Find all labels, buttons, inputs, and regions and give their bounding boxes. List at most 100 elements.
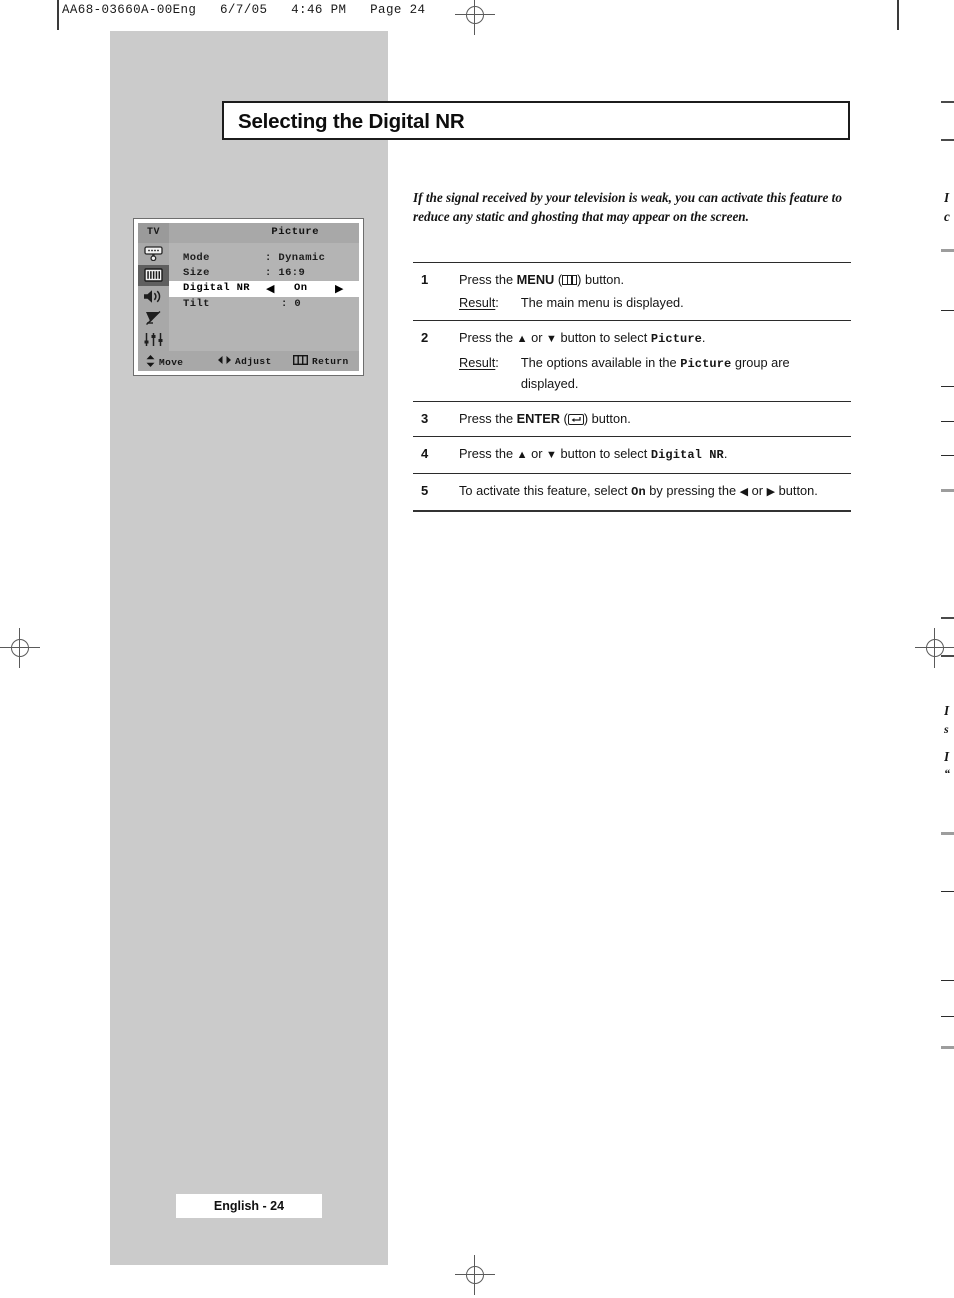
setup-sliders-icon[interactable] (138, 329, 169, 351)
picture-icon[interactable] (138, 264, 169, 286)
step-text-mid: or (527, 446, 547, 461)
osd-row-label: Size (183, 267, 210, 279)
step-text-pre: To activate this feature, select (459, 483, 632, 498)
step-text-post: button to select (556, 330, 651, 345)
up-arrow-icon: ▲ (516, 449, 528, 461)
paren-open: ( (554, 272, 563, 287)
page-footer-label: English - 24 (213, 1199, 285, 1213)
tv-osd-illustration: TV Picture Mode: Dynamic Size: 16:9 Di… (133, 218, 364, 376)
step-text-tail: . (701, 330, 706, 345)
step-instruction: Press the ▲ or ▼ button to select Digita… (459, 444, 851, 465)
menu-button-icon (562, 275, 578, 285)
antenna-icon[interactable] (138, 243, 169, 265)
result-text: The options available in the Picture gro… (521, 353, 839, 393)
edge-bracket-top (941, 101, 954, 141)
step-number: 1 (421, 272, 429, 287)
step-text-mid: by pressing the (645, 483, 740, 498)
right-arrow-icon: ▶ (766, 486, 776, 498)
step-text-post: button to select (556, 446, 651, 461)
enter-button-icon (567, 414, 584, 425)
osd-icon-rail (138, 243, 169, 351)
registration-mark-left (0, 628, 40, 668)
menu-bars-icon (292, 354, 309, 368)
step-4: 4 Press the ▲ or ▼ button to select Digi… (413, 437, 851, 473)
procedure-steps: 1 Press the MENU () button. Result: The m… (413, 262, 851, 512)
osd-row-digital-nr[interactable]: Digital NR ◀ On ▶ (169, 281, 359, 297)
osd-row-label: Tilt (183, 298, 210, 310)
step-text-pre: Press the (459, 411, 517, 426)
key-name: ENTER (516, 411, 560, 426)
result-label: Result (459, 355, 496, 370)
right-arrow-icon[interactable]: ▶ (335, 282, 344, 296)
step-text-tail: button. (775, 483, 818, 498)
edge-text-1: I (944, 190, 950, 205)
step-instruction: Press the MENU () button. (459, 270, 851, 289)
reg-circle (466, 6, 484, 24)
step-text-tail: . (723, 446, 728, 461)
osd-menu-list: Mode : Dynamic Size : 16:9 Digital NR ◀ … (169, 243, 359, 351)
left-arrow-icon[interactable]: ◀ (266, 282, 275, 296)
speaker-icon[interactable] (138, 286, 169, 308)
leftright-arrows-icon (218, 355, 231, 368)
osd-row-value: : 0 (281, 298, 302, 310)
prepress-header: AA68-03660A-00Eng 6/7/05 4:46 PM Page 24 (62, 3, 426, 17)
menu-term: Picture (680, 357, 732, 371)
osd-heading: Picture (271, 226, 319, 238)
registration-mark-top (455, 0, 495, 35)
page-title: Selecting the Digital NR (222, 101, 850, 140)
edge-rule-1 (941, 249, 954, 252)
step-number: 5 (421, 483, 429, 498)
page-title-text: Selecting the Digital NR (238, 110, 465, 133)
osd-move-hint: Move (146, 355, 183, 370)
result-label: Result (459, 295, 496, 310)
edge-bracket-middle (941, 617, 954, 657)
paren-open: ( (560, 411, 568, 426)
step-number: 2 (421, 330, 429, 345)
edge-rule-11 (941, 1046, 954, 1049)
edge-rule-9 (941, 980, 954, 981)
step-instruction: To activate this feature, select On by p… (459, 481, 851, 502)
result-colon: : (495, 295, 499, 310)
step-text-pre: Press the (459, 330, 517, 345)
osd-row-tilt[interactable]: Tilt : 0 (169, 297, 359, 312)
osd-row-value: : 16:9 (265, 267, 306, 279)
osd-screen: TV Picture Mode: Dynamic Size: 16:9 Di… (138, 223, 359, 371)
updown-arrows-icon (146, 355, 155, 370)
step-text-pre: Press the (459, 272, 517, 287)
edge-rule-7 (941, 832, 954, 835)
satellite-dish-icon[interactable] (138, 308, 169, 330)
result-text: The main menu is displayed. (520, 295, 684, 310)
osd-row-label: Digital NR (183, 282, 251, 294)
osd-row-label: Mode (183, 252, 210, 264)
menu-term: On (631, 485, 646, 499)
step-text-post: ) button. (577, 272, 625, 287)
result-colon: : (495, 355, 499, 370)
osd-return-hint: Return (292, 354, 349, 368)
osd-row-mode[interactable]: Mode : Dynamic (169, 251, 359, 266)
down-arrow-icon: ▼ (546, 449, 557, 461)
step-text-mid2: or (748, 483, 767, 498)
menu-term: Digital NR (650, 448, 724, 462)
osd-row-value: On (294, 282, 308, 294)
up-arrow-icon: ▲ (516, 333, 528, 345)
step-instruction: Press the ENTER () button. (459, 409, 851, 428)
step-instruction: Press the ▲ or ▼ button to select Pictur… (459, 328, 851, 349)
step-2: 2 Press the ▲ or ▼ button to select Pict… (413, 321, 851, 401)
edge-text-5: I (944, 749, 950, 764)
edge-text-4: s (944, 722, 949, 736)
step-number: 4 (421, 446, 429, 461)
osd-row-value: : Dynamic (265, 252, 326, 264)
step-1: 1 Press the MENU () button. Result: The m… (413, 263, 851, 320)
trim-line-left (57, 0, 59, 30)
osd-tv-tag: TV (138, 223, 169, 243)
registration-mark-bottom (455, 1255, 495, 1295)
step-text-pre: Press the (459, 446, 517, 461)
edge-rule-10 (941, 1016, 954, 1017)
edge-text-3: I (944, 703, 950, 718)
down-arrow-icon: ▼ (546, 333, 557, 345)
edge-rule-4 (941, 421, 954, 422)
osd-row-size[interactable]: Size : 16:9 (169, 266, 359, 281)
step-divider-bottom (413, 510, 851, 512)
step-5: 5 To activate this feature, select On by… (413, 474, 851, 510)
edge-rule-5 (941, 455, 954, 456)
